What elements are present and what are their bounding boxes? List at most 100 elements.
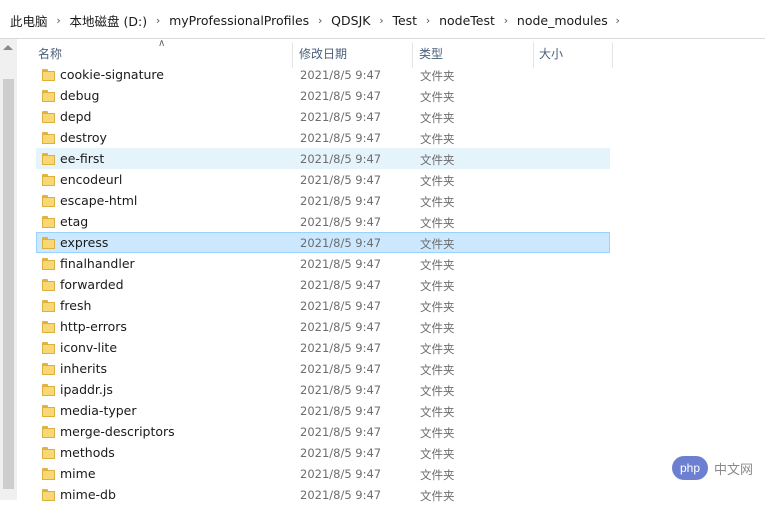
chevron-right-icon[interactable]: › [149, 14, 167, 27]
file-type: 文件夹 [420, 342, 455, 356]
file-modified-date: 2021/8/5 9:47 [300, 320, 382, 334]
file-modified-date: 2021/8/5 9:47 [300, 425, 382, 439]
file-name: merge-descriptors [60, 424, 175, 439]
file-row[interactable]: ipaddr.js 2021/8/5 9:47 文件夹 [36, 379, 610, 400]
file-type: 文件夹 [420, 132, 455, 146]
file-type: 文件夹 [420, 321, 455, 335]
file-row[interactable]: forwarded 2021/8/5 9:47 文件夹 [36, 274, 610, 295]
file-modified-date: 2021/8/5 9:47 [300, 89, 382, 103]
file-row[interactable]: depd 2021/8/5 9:47 文件夹 [36, 106, 610, 127]
chevron-right-icon[interactable]: › [50, 14, 68, 27]
file-row[interactable]: fresh 2021/8/5 9:47 文件夹 [36, 295, 610, 316]
file-row[interactable]: ee-first 2021/8/5 9:47 文件夹 [36, 148, 610, 169]
folder-icon [42, 447, 55, 459]
folder-icon [42, 153, 55, 165]
breadcrumb-item-this-pc[interactable]: 此电脑 [8, 11, 50, 30]
file-row[interactable]: encodeurl 2021/8/5 9:47 文件夹 [36, 169, 610, 190]
file-row[interactable]: merge-descriptors 2021/8/5 9:47 文件夹 [36, 421, 610, 442]
folder-icon [42, 111, 55, 123]
file-type: 文件夹 [420, 90, 455, 104]
file-type: 文件夹 [420, 279, 455, 293]
file-name: methods [60, 445, 115, 460]
file-name: escape-html [60, 193, 138, 208]
file-type: 文件夹 [420, 153, 455, 167]
breadcrumb-item-nodetest[interactable]: nodeTest [437, 13, 497, 28]
file-name: media-typer [60, 403, 137, 418]
breadcrumb-item-local-disk[interactable]: 本地磁盘 (D:) [68, 11, 150, 30]
file-row[interactable]: mime-db 2021/8/5 9:47 文件夹 [36, 484, 610, 505]
chevron-right-icon[interactable]: › [610, 14, 626, 27]
file-modified-date: 2021/8/5 9:47 [300, 341, 382, 355]
chevron-right-icon[interactable]: › [497, 14, 515, 27]
folder-icon [42, 216, 55, 228]
file-modified-date: 2021/8/5 9:47 [300, 446, 382, 460]
file-type: 文件夹 [420, 258, 455, 272]
file-row[interactable]: http-errors 2021/8/5 9:47 文件夹 [36, 316, 610, 337]
folder-icon [42, 342, 55, 354]
breadcrumb: 此电脑 › 本地磁盘 (D:) › myProfessionalProfiles… [8, 11, 626, 29]
file-type: 文件夹 [420, 384, 455, 398]
file-row[interactable]: debug 2021/8/5 9:47 文件夹 [36, 85, 610, 106]
file-type: 文件夹 [420, 300, 455, 314]
folder-icon [42, 384, 55, 396]
file-row[interactable]: methods 2021/8/5 9:47 文件夹 [36, 442, 610, 463]
folder-icon [42, 426, 55, 438]
file-modified-date: 2021/8/5 9:47 [300, 173, 382, 187]
folder-icon [42, 69, 55, 81]
file-row[interactable]: express 2021/8/5 9:47 文件夹 [36, 232, 610, 253]
file-name: encodeurl [60, 172, 123, 187]
file-type: 文件夹 [420, 195, 455, 209]
file-row[interactable]: destroy 2021/8/5 9:47 文件夹 [36, 127, 610, 148]
file-modified-date: 2021/8/5 9:47 [300, 131, 382, 145]
file-modified-date: 2021/8/5 9:47 [300, 404, 382, 418]
file-name: ee-first [60, 151, 105, 166]
file-modified-date: 2021/8/5 9:47 [300, 110, 382, 124]
file-type: 文件夹 [420, 216, 455, 230]
watermark: php 中文网 [672, 456, 762, 480]
file-row[interactable]: inherits 2021/8/5 9:47 文件夹 [36, 358, 610, 379]
file-type: 文件夹 [420, 447, 455, 461]
folder-icon [42, 363, 55, 375]
scroll-up-arrow-icon[interactable] [3, 45, 13, 50]
file-row[interactable]: etag 2021/8/5 9:47 文件夹 [36, 211, 610, 232]
file-row[interactable]: mime 2021/8/5 9:47 文件夹 [36, 463, 610, 484]
folder-icon [42, 405, 55, 417]
file-name: mime [60, 466, 96, 481]
file-modified-date: 2021/8/5 9:47 [300, 299, 382, 313]
folder-icon [42, 321, 55, 333]
file-row[interactable]: finalhandler 2021/8/5 9:47 文件夹 [36, 253, 610, 274]
file-row[interactable]: cookie-signature 2021/8/5 9:47 文件夹 [36, 64, 610, 85]
folder-icon [42, 237, 55, 249]
folder-icon [42, 300, 55, 312]
file-name: etag [60, 214, 89, 229]
folder-icon [42, 279, 55, 291]
address-bar[interactable]: 此电脑 › 本地磁盘 (D:) › myProfessionalProfiles… [0, 0, 765, 39]
chevron-right-icon[interactable]: › [311, 14, 329, 27]
chevron-right-icon[interactable]: › [419, 14, 437, 27]
file-name: debug [60, 88, 100, 103]
breadcrumb-item-myprofessionalprofiles[interactable]: myProfessionalProfiles [167, 13, 311, 28]
navigation-pane-scrollbar[interactable] [0, 39, 17, 500]
breadcrumb-item-node-modules[interactable]: node_modules [515, 13, 610, 28]
file-row[interactable]: media-typer 2021/8/5 9:47 文件夹 [36, 400, 610, 421]
folder-icon [42, 132, 55, 144]
file-name: inherits [60, 361, 108, 376]
file-type: 文件夹 [420, 405, 455, 419]
file-type: 文件夹 [420, 174, 455, 188]
file-type: 文件夹 [420, 489, 455, 503]
file-modified-date: 2021/8/5 9:47 [300, 383, 382, 397]
breadcrumb-item-qdsjk[interactable]: QDSJK [329, 13, 372, 28]
breadcrumb-item-test[interactable]: Test [390, 13, 419, 28]
file-name: depd [60, 109, 92, 124]
file-row[interactable]: escape-html 2021/8/5 9:47 文件夹 [36, 190, 610, 211]
file-type: 文件夹 [420, 111, 455, 125]
file-modified-date: 2021/8/5 9:47 [300, 362, 382, 376]
file-name: cookie-signature [60, 67, 164, 82]
folder-icon [42, 174, 55, 186]
chevron-right-icon[interactable]: › [372, 14, 390, 27]
file-modified-date: 2021/8/5 9:47 [300, 152, 382, 166]
scrollbar-thumb[interactable] [3, 79, 14, 489]
file-type: 文件夹 [420, 237, 455, 251]
file-modified-date: 2021/8/5 9:47 [300, 215, 382, 229]
file-row[interactable]: iconv-lite 2021/8/5 9:47 文件夹 [36, 337, 610, 358]
